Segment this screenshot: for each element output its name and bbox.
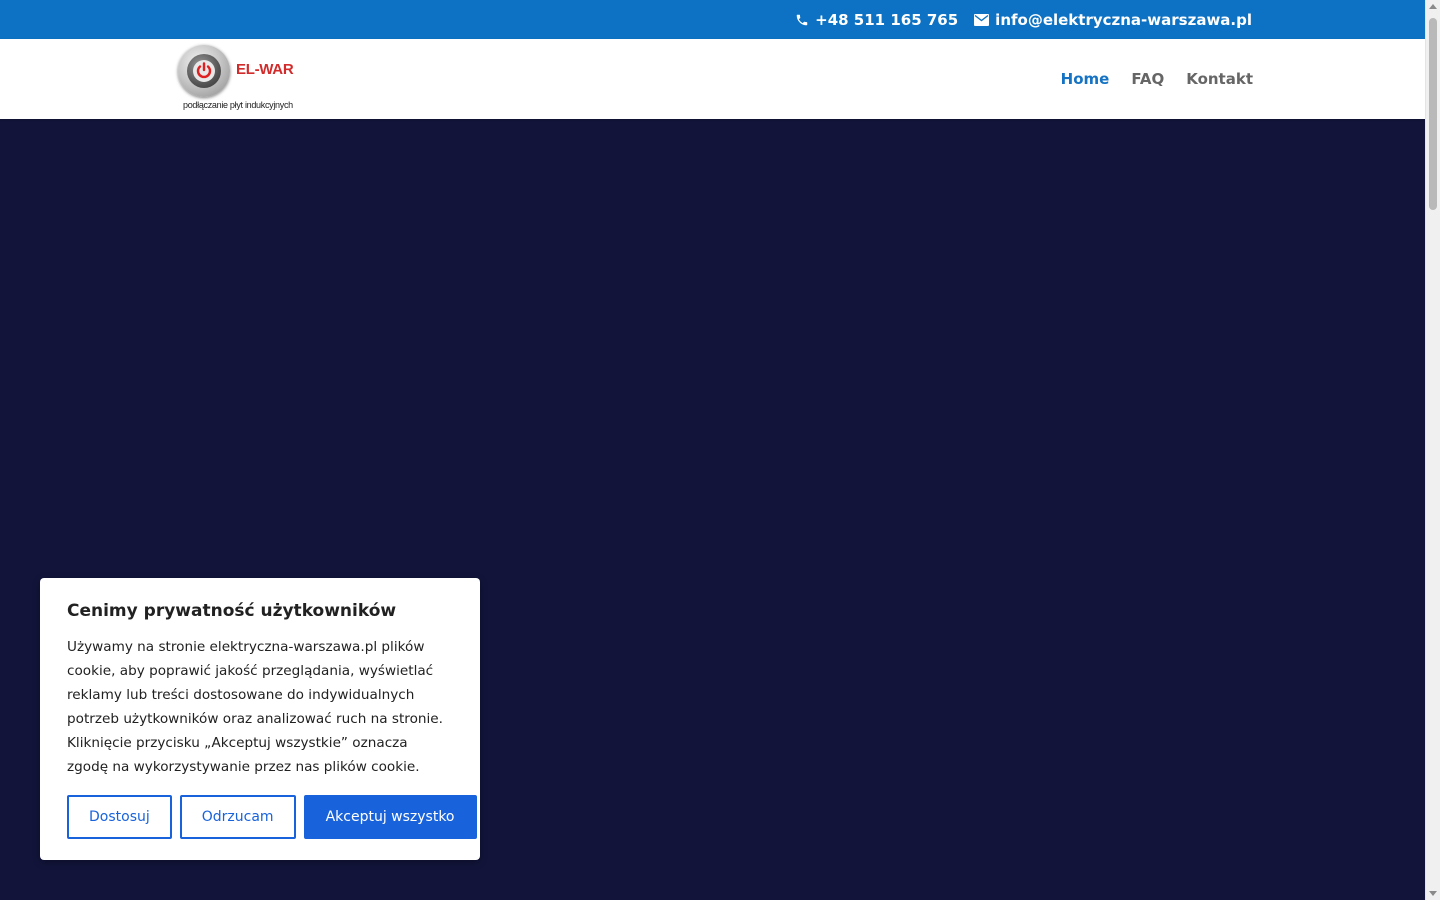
logo-name: EL-WAR xyxy=(236,61,294,78)
phone-link[interactable]: +48 511 165 765 xyxy=(795,11,958,29)
site-header: EL-WAR podłączanie płyt indukcyjnych Hom… xyxy=(0,39,1425,119)
power-icon xyxy=(193,60,215,82)
email-address: info@elektryczna-warszawa.pl xyxy=(995,10,1252,29)
site-logo[interactable]: EL-WAR podłączanie płyt indukcyjnych xyxy=(176,43,316,111)
top-bar: +48 511 165 765 info@elektryczna-warszaw… xyxy=(0,0,1425,39)
page-scrollbar[interactable] xyxy=(1425,0,1440,900)
accept-all-button[interactable]: Akceptuj wszystko xyxy=(303,795,477,839)
phone-number: +48 511 165 765 xyxy=(815,10,959,29)
scroll-up-arrow[interactable] xyxy=(1429,4,1437,9)
main-nav: Home FAQ Kontakt xyxy=(1061,39,1253,119)
logo-tagline: podłączanie płyt indukcyjnych xyxy=(183,100,293,110)
cookie-consent-dialog: Cenimy prywatność użytkowników Używamy n… xyxy=(40,578,480,860)
customize-button[interactable]: Dostosuj xyxy=(67,795,172,839)
cookie-title: Cenimy prywatność użytkowników xyxy=(67,601,397,621)
cookie-buttons: Dostosuj Odrzucam Akceptuj wszystko xyxy=(67,795,477,839)
email-link[interactable]: info@elektryczna-warszawa.pl xyxy=(974,11,1252,29)
cookie-description: Używamy na stronie elektryczna-warszawa.… xyxy=(67,639,443,775)
nav-home[interactable]: Home xyxy=(1061,70,1110,88)
nav-faq[interactable]: FAQ xyxy=(1131,70,1164,88)
envelope-icon xyxy=(974,13,990,26)
scroll-down-arrow[interactable] xyxy=(1429,891,1437,896)
nav-kontakt[interactable]: Kontakt xyxy=(1186,70,1253,88)
reject-button[interactable]: Odrzucam xyxy=(179,795,296,839)
contact-info: +48 511 165 765 info@elektryczna-warszaw… xyxy=(795,0,1252,39)
logo-badge xyxy=(178,45,230,97)
phone-icon xyxy=(795,13,809,27)
scroll-thumb[interactable] xyxy=(1429,18,1437,210)
